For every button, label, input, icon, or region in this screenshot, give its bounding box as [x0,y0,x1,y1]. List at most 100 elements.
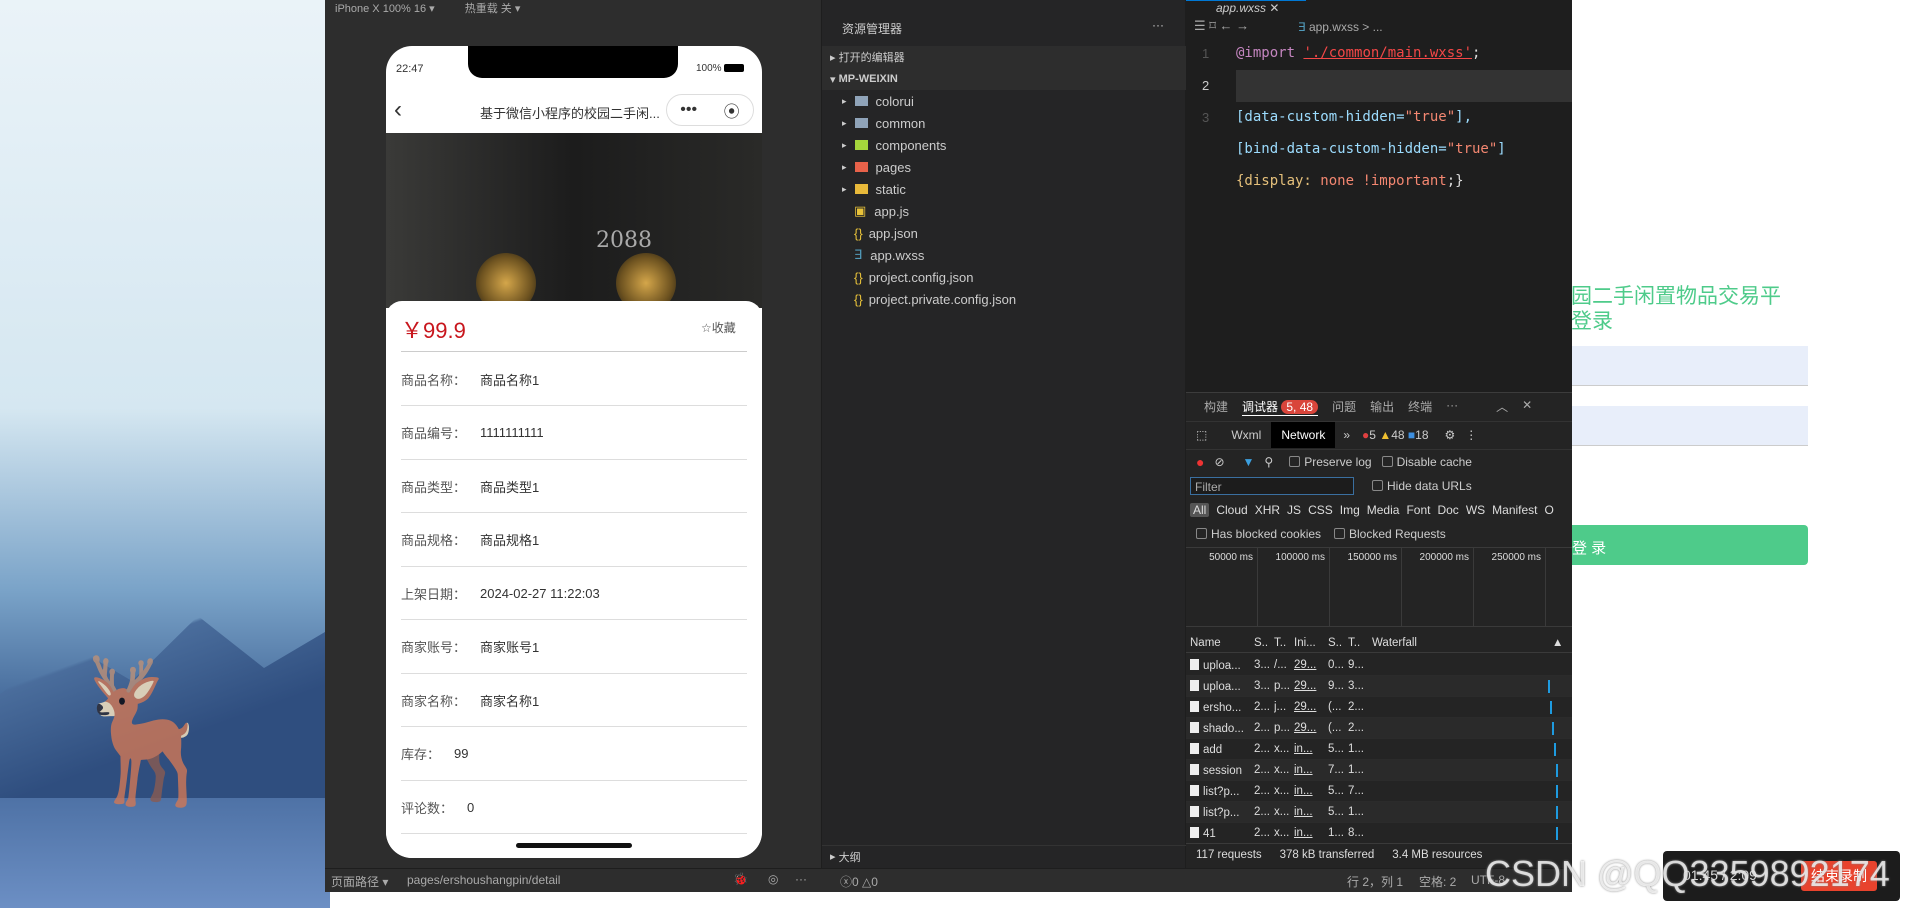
code-editor[interactable]: app.wxss ✕ ☰ ⌑ ← → ∃ app.wxss > ... 1 2 … [1186,0,1572,392]
more-icon[interactable]: ··· [1152,18,1164,32]
product-image[interactable]: 2088 [386,133,762,308]
explorer-title: 资源管理器 [842,22,903,36]
editor-toolbar: ☰ ⌑ ← → [1194,18,1250,33]
detail-row: 评论数： 0 [401,781,747,834]
request-row[interactable]: uploa... 3... p... 29... 9... 3... [1186,676,1572,697]
filter-icon[interactable]: ▼ [1243,455,1255,469]
tab-wxml[interactable]: Wxml [1221,422,1271,448]
tree-item-static[interactable]: ▸ static [822,178,1186,200]
request-row[interactable]: uploa... 3.../... 29... 0... 9... [1186,655,1572,676]
tab-debugger[interactable]: 调试器 5, 48 [1242,398,1319,416]
username-input[interactable] [1550,346,1808,386]
tree-item-colorui[interactable]: ▸ colorui [822,90,1186,112]
simulator-panel: iPhone X 100% 16 ▾ 热重载 关 ▾ 22:47 100% ‹ 基… [325,0,822,868]
tree-item-components[interactable]: ▸ components [822,134,1186,156]
tree-item-project-config-json[interactable]: {} project.config.json [822,266,1186,288]
request-row[interactable]: list?p... 2... x... in... 5... 7... [1186,781,1572,802]
close-miniprogram-icon[interactable]: ⦿ [724,98,740,122]
file-icon: {} [854,269,863,285]
back-icon[interactable]: ‹ [394,96,402,124]
request-row[interactable]: add 2... x... in... 5... 1... [1186,739,1572,760]
close-icon[interactable]: ✕ [1522,398,1532,416]
code-line: [bind-data-custom-hidden="true"] [1236,141,1506,157]
overview-timeline[interactable]: 50000 ms 100000 ms 150000 ms 200000 ms 25000… [1186,547,1572,627]
type-filter-font[interactable]: Font [1406,503,1430,517]
search-icon[interactable]: ⚲ [1264,455,1273,469]
request-row[interactable]: session 2... x... in... 7... 1... [1186,760,1572,781]
tree-item-app-js[interactable]: ▣ app.js [822,200,1186,222]
cursor-position[interactable]: 行 2，列 1 [1347,873,1403,890]
password-input[interactable] [1550,406,1808,446]
folder-icon [854,160,876,175]
debugger-panel: 构建 调试器 5, 48 问题 输出 终端 ··· ︿ ✕ ⬚ Wxml Netwo… [1186,392,1572,868]
timeline-tick: 100000 ms [1258,548,1330,626]
record-button[interactable]: ● [1196,454,1204,470]
collapse-icon[interactable]: ︿ [1496,398,1508,416]
tree-item-app-wxss[interactable]: ∃ app.wxss [822,244,1186,266]
type-filter-img[interactable]: Img [1340,503,1360,517]
desktop-wallpaper: 🦌 [0,0,330,908]
bug-icon[interactable]: 🐞 [733,872,748,886]
tab-app-wxss[interactable]: app.wxss ✕ [1186,0,1306,15]
timeline-tick: 50000 ms [1186,548,1258,626]
type-filter-xhr[interactable]: XHR [1255,503,1280,517]
disable-cache-checkbox[interactable]: Disable cache [1381,455,1472,469]
login-page: 校园二手闲置物品交易平 台登录 登 录 [1550,0,1906,908]
request-row[interactable]: ersho... 2... j... 29... (... 2... [1186,697,1572,718]
tab-build[interactable]: 构建 [1204,398,1228,416]
devtools-window: iPhone X 100% 16 ▾ 热重载 关 ▾ 22:47 100% ‹ 基… [325,0,1572,892]
breadcrumb[interactable]: ∃ app.wxss > ... [1298,20,1383,34]
battery: 100% [696,63,745,74]
outline-section[interactable]: ▸ 大纲 [822,845,1186,867]
tab-network[interactable]: Network [1271,421,1336,448]
tree-item-pages[interactable]: ▸ pages [822,156,1186,178]
page-path[interactable]: pages/ershoushangpin/detail [407,873,560,887]
filter-input[interactable]: Filter [1190,477,1354,495]
tab-terminal[interactable]: 终端 [1408,398,1432,416]
tab-output[interactable]: 输出 [1370,398,1394,416]
tree-item-app-json[interactable]: {} app.json [822,222,1186,244]
hot-reload-select[interactable]: 热重载 关 ▾ [465,3,521,15]
type-filter-ws[interactable]: WS [1466,503,1485,517]
blocked-cookies-checkbox[interactable]: Has blocked cookies [1196,527,1321,541]
type-filter-media[interactable]: Media [1367,503,1400,517]
settings-icon[interactable]: ⚙ [1445,428,1456,442]
login-title: 校园二手闲置物品交易平 台登录 [1550,285,1781,333]
tree-item-common[interactable]: ▸ common [822,112,1186,134]
type-filter-doc[interactable]: Doc [1437,503,1458,517]
login-button[interactable]: 登 录 [1550,525,1808,565]
project-section[interactable]: ▾ MP-WEIXIN [822,68,1186,90]
request-row[interactable]: list?p... 2... x... in... 5... 1... [1186,802,1572,823]
preview-icon[interactable]: ◎ [768,872,778,886]
request-row[interactable]: 41 2... x... in... 1... 8... [1186,823,1572,844]
folder-icon [854,138,876,153]
hide-data-urls-checkbox[interactable]: Hide data URLs [1372,479,1472,493]
type-filter-o[interactable]: O [1545,503,1554,517]
device-select[interactable]: iPhone X 100% 16 ▾ [335,3,435,15]
type-filter-cloud[interactable]: Cloud [1216,503,1247,517]
page-path-select[interactable]: 页面路径 ▾ [331,873,388,890]
preserve-log-checkbox[interactable]: Preserve log [1289,455,1372,469]
detail-card: ￥99.9 ☆收藏 商品名称： 商品名称1 商品编号： 1111111111 商品类型：… [386,301,762,858]
status-bar: 页面路径 ▾ pages/ershoushangpin/detail 🐞 ◎ ·… [325,868,1572,892]
deer-illustration: 🦌 [60,652,235,809]
file-explorer: 资源管理器 ··· ▸ 打开的编辑器 ▾ MP-WEIXIN ▸ colorui ▸… [822,0,1186,868]
blocked-requests-checkbox[interactable]: Blocked Requests [1334,527,1446,541]
type-filter-css[interactable]: CSS [1308,503,1333,517]
clear-icon[interactable]: ⊘ [1214,455,1224,469]
detail-row: 商家名称： 商家名称1 [401,674,747,727]
problems-count[interactable]: ⓧ0 △0 [840,873,878,890]
capsule-menu[interactable]: ••• ⦿ [666,94,754,126]
type-filter-js[interactable]: JS [1287,503,1301,517]
type-filter-manifest[interactable]: Manifest [1492,503,1537,517]
favorite-button[interactable]: ☆收藏 [701,319,736,336]
type-filter-all[interactable]: All [1190,503,1210,517]
open-editors-section[interactable]: ▸ 打开的编辑器 [822,46,1186,68]
indentation[interactable]: 空格: 2 [1419,873,1456,890]
tree-item-project-private-config-json[interactable]: {} project.private.config.json [822,288,1186,310]
tab-problems[interactable]: 问题 [1332,398,1356,416]
inspect-icon[interactable]: ⬚ [1196,428,1207,442]
request-row[interactable]: shado... 2... p... 29... (... 2... [1186,718,1572,739]
phone-screen: 22:47 100% ‹ 基于微信小程序的校园二手闲... ••• ⦿ 2088 … [386,46,762,858]
more-icon[interactable]: ••• [680,101,697,119]
